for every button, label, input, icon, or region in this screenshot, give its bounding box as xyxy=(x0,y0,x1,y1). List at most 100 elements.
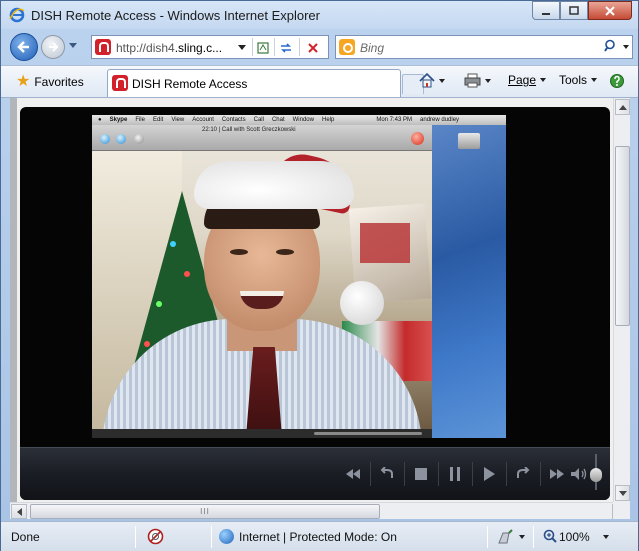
navigation-bar: http://dish4.sling.c... Bing xyxy=(1,29,638,65)
vertical-scrollbar[interactable] xyxy=(613,98,630,502)
zoom-level[interactable]: 100% xyxy=(559,530,590,544)
status-bar: Done Internet | Protected Mode: On 100% xyxy=(1,521,638,551)
mute-icon xyxy=(100,134,110,144)
refresh-icon xyxy=(281,43,291,53)
page-menu-label: Page xyxy=(508,73,537,87)
scroll-up-button[interactable] xyxy=(615,99,630,115)
skype-call-toolbar: 22:10 | Call with Scott Greczkowski xyxy=(92,125,432,151)
address-url[interactable]: http://dish4.sling.c... xyxy=(116,41,222,55)
vertical-scroll-thumb[interactable] xyxy=(615,146,630,326)
pause-button[interactable] xyxy=(444,464,466,484)
skip-back-button[interactable] xyxy=(342,464,364,484)
tab-dish-remote-access[interactable]: DISH Remote Access xyxy=(107,69,401,97)
maximize-button[interactable] xyxy=(560,1,588,20)
volume-button[interactable] xyxy=(568,464,590,484)
volume-slider[interactable] xyxy=(590,450,602,494)
stop-playback-button[interactable] xyxy=(410,464,432,484)
webcam-feed xyxy=(92,151,432,429)
page-body: ● Skype File Edit View Account Contacts … xyxy=(17,98,614,502)
print-dropdown[interactable] xyxy=(485,78,491,83)
mac-menu-bar: ● Skype File Edit View Account Contacts … xyxy=(92,115,506,125)
instant-replay-button[interactable] xyxy=(376,464,398,484)
compatibility-view-button[interactable] xyxy=(254,39,272,57)
security-zone-text[interactable]: Internet | Protected Mode: On xyxy=(239,530,397,544)
mac-menu-chat: Chat xyxy=(271,117,285,123)
forward-button[interactable] xyxy=(41,35,65,59)
video-screen[interactable]: ● Skype File Edit View Account Contacts … xyxy=(92,115,506,438)
privacy-report-icon[interactable] xyxy=(147,528,164,545)
share-icon xyxy=(116,134,126,144)
tab-title: DISH Remote Access xyxy=(132,76,248,91)
favorites-label: Favorites xyxy=(34,75,84,89)
title-bar: DISH Remote Access - Windows Internet Ex… xyxy=(1,1,638,29)
scroll-down-button[interactable] xyxy=(615,485,630,501)
mac-menu-account: Account xyxy=(192,117,214,123)
forward-jump-icon xyxy=(517,467,530,478)
hard-drive-icon xyxy=(458,133,480,149)
horizontal-scrollbar[interactable]: III xyxy=(10,502,630,519)
forward-arrow-icon xyxy=(49,42,59,52)
mac-menu-edit: Edit xyxy=(152,117,164,123)
favorites-button[interactable]: ★ Favorites xyxy=(9,70,107,94)
scroll-left-button[interactable] xyxy=(11,504,27,519)
mac-desktop xyxy=(432,125,506,438)
minimize-button[interactable] xyxy=(532,1,560,20)
tab-favicon-icon xyxy=(112,75,128,91)
mac-menu-file: File xyxy=(135,117,145,123)
zoom-icon xyxy=(543,529,557,543)
address-dropdown[interactable] xyxy=(238,45,246,50)
scrollbar-corner xyxy=(613,502,630,519)
stop-icon xyxy=(308,43,318,53)
tools-menu[interactable]: Tools xyxy=(559,73,598,87)
search-box[interactable]: Bing xyxy=(335,35,633,59)
skip-back-icon xyxy=(346,469,360,479)
home-button[interactable] xyxy=(419,73,445,88)
pop-up-blocker-icon[interactable] xyxy=(497,529,513,544)
zoom-dropdown[interactable] xyxy=(603,535,609,539)
fast-forward-icon xyxy=(550,469,564,479)
help-button[interactable] xyxy=(609,73,625,89)
site-favicon-icon xyxy=(95,39,111,55)
favorites-star-icon: ★ xyxy=(16,73,31,90)
print-button[interactable] xyxy=(464,73,491,88)
page-menu[interactable]: Page xyxy=(508,73,547,87)
replay-icon xyxy=(380,467,393,478)
fast-forward-button[interactable] xyxy=(546,464,568,484)
mac-menu-call: Call xyxy=(253,117,264,123)
close-window-button[interactable] xyxy=(588,1,632,20)
page-content: ● Skype File Edit View Account Contacts … xyxy=(10,98,630,502)
recent-pages-dropdown[interactable] xyxy=(69,43,77,48)
internet-zone-globe-icon xyxy=(219,529,234,544)
print-icon xyxy=(464,73,481,88)
stop-button[interactable] xyxy=(304,39,322,57)
skype-video-controls xyxy=(92,429,432,438)
player-control-bar xyxy=(20,447,610,500)
address-bar[interactable]: http://dish4.sling.c... xyxy=(91,35,329,59)
left-arrow-icon xyxy=(16,507,22,516)
bing-logo-icon xyxy=(339,39,355,55)
horizontal-scroll-thumb[interactable]: III xyxy=(30,504,380,519)
window-controls xyxy=(532,1,632,21)
refresh-button[interactable] xyxy=(277,39,295,57)
internet-explorer-icon xyxy=(9,7,25,23)
back-button[interactable] xyxy=(10,33,38,61)
search-options-dropdown[interactable] xyxy=(623,45,629,49)
pop-up-dropdown[interactable] xyxy=(519,535,525,539)
favorites-bar: ★ Favorites DISH Remote Access Page Tool… xyxy=(1,65,638,98)
pause-icon xyxy=(450,467,460,481)
search-icon[interactable] xyxy=(604,39,618,53)
volume-slider-knob[interactable] xyxy=(590,468,602,482)
scroll-grip: III xyxy=(200,507,210,516)
skip-forward-button[interactable] xyxy=(512,464,534,484)
close-icon xyxy=(605,5,615,16)
search-input[interactable]: Bing xyxy=(360,41,384,55)
browser-window: DISH Remote Access - Windows Internet Ex… xyxy=(0,0,639,551)
play-button[interactable] xyxy=(478,464,500,484)
home-dropdown[interactable] xyxy=(439,78,445,83)
apple-logo-icon: ● xyxy=(98,117,102,123)
stop-square-icon xyxy=(415,468,427,480)
status-text: Done xyxy=(11,530,40,544)
mac-menu-view: View xyxy=(171,117,185,123)
back-arrow-icon xyxy=(17,41,29,53)
down-arrow-icon xyxy=(618,490,627,496)
